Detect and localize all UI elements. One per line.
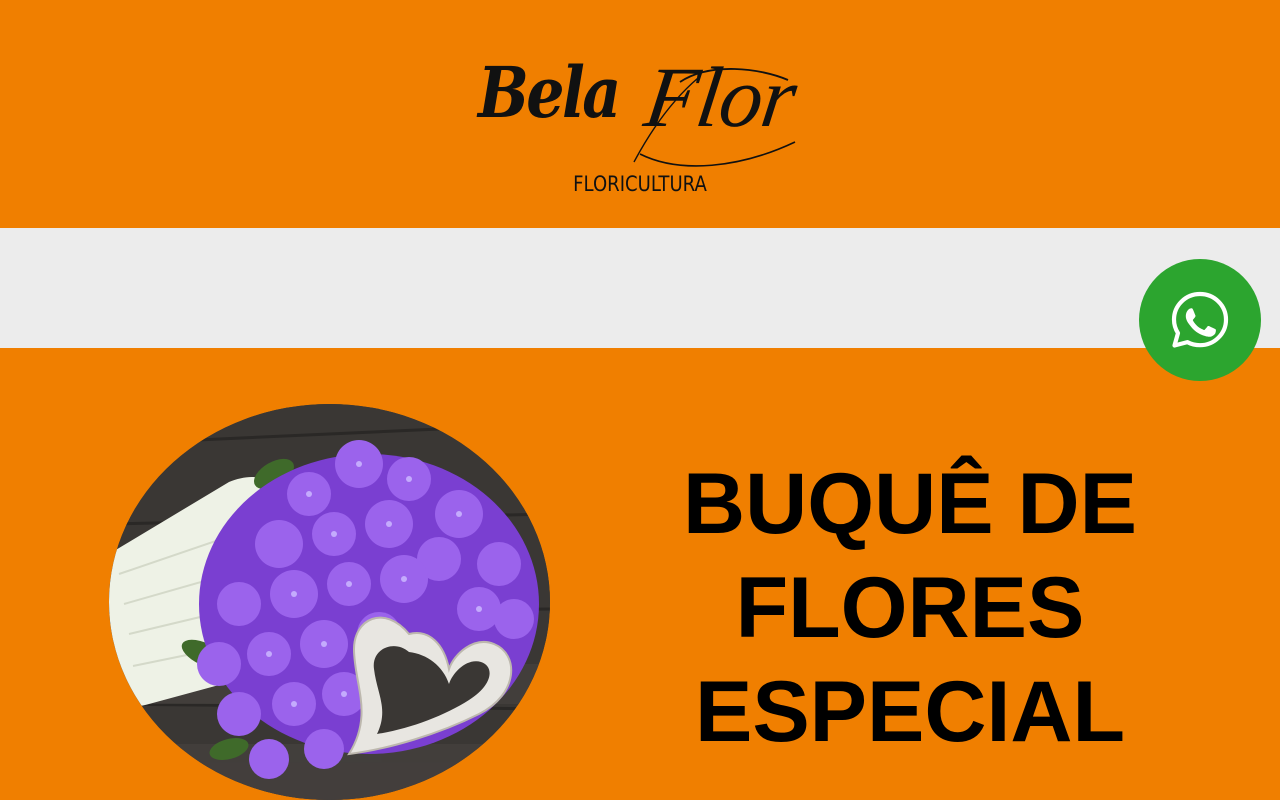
site-header: Bela Flor FLORICULTURA [0, 0, 1280, 228]
whatsapp-icon [1171, 291, 1229, 348]
logo-text-flor: Flor [639, 49, 802, 145]
hero-title-line-1: BUQUÊ DE [683, 456, 1137, 552]
nav-band [0, 228, 1280, 348]
hero-section: BUQUÊ DE FLORES ESPECIAL [0, 348, 1280, 800]
logo-link[interactable]: Bela Flor FLORICULTURA [470, 49, 810, 212]
hero-title-line-2: FLORES [735, 560, 1085, 656]
logo-text-bela: Bela [478, 51, 621, 134]
hero-title-line-3: ESPECIAL [694, 664, 1126, 760]
bouquet-illustration [109, 404, 550, 800]
whatsapp-button[interactable] [1139, 259, 1261, 381]
bouquet-image [109, 404, 550, 800]
logo-subtitle: FLORICULTURA [573, 172, 707, 196]
hero-title: BUQUÊ DE FLORES ESPECIAL [640, 452, 1180, 764]
